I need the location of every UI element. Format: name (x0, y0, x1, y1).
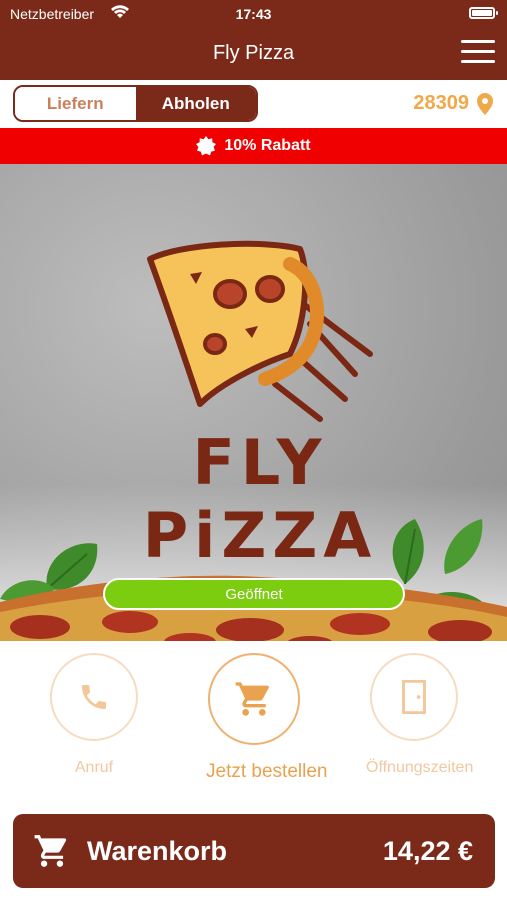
shopping-cart-icon (34, 835, 67, 867)
open-status-badge[interactable]: Geöffnet (103, 578, 405, 610)
order-mode-toggle: Liefern Abholen (13, 85, 258, 122)
phone-icon (82, 685, 106, 709)
discount-badge-icon (196, 136, 217, 156)
order-now-button[interactable] (208, 653, 300, 745)
cart-total: 14,22 € (382, 836, 473, 866)
promo-text: 10% Rabatt (224, 137, 311, 154)
zip-code: 28309 (413, 92, 469, 114)
top-navbar: Fly Pizza (0, 28, 507, 80)
hamburger-menu-icon[interactable] (461, 40, 495, 66)
status-bar: Netzbetreiber 17:43 (0, 0, 507, 28)
shopping-cart-icon (235, 682, 269, 716)
basil-leaf-icon (444, 519, 483, 574)
call-label: Anruf (74, 759, 114, 776)
pizza-slice-logo-icon (147, 240, 373, 422)
opening-hours-action[interactable]: Öffnungszeiten (366, 653, 474, 777)
order-now-action[interactable]: Jetzt bestellen (206, 653, 328, 783)
promo-banner[interactable]: 10% Rabatt (0, 128, 507, 164)
cart-button[interactable]: Warenkorb 14,22 € (13, 814, 495, 888)
battery-icon (469, 7, 498, 19)
opening-hours-button[interactable] (370, 653, 458, 741)
location-selector[interactable]: 28309 (413, 92, 493, 115)
opening-hours-label: Öffnungszeiten (366, 759, 474, 776)
order-mode-bar: Liefern Abholen 28309 (0, 80, 507, 128)
door-icon (402, 680, 426, 714)
hero-banner: FLY PiZZA (0, 164, 507, 641)
call-button[interactable] (50, 653, 138, 741)
page-title: Fly Pizza (212, 42, 295, 64)
mode-deliver-tab[interactable]: Liefern (15, 87, 136, 120)
cart-label: Warenkorb (87, 836, 228, 866)
clock: 17:43 (235, 6, 272, 22)
quick-actions: Anruf Jetzt bestellen Öffnungszeiten (0, 641, 507, 811)
call-action[interactable]: Anruf (46, 653, 142, 777)
map-pin-icon (477, 92, 493, 115)
mode-pickup-tab[interactable]: Abholen (135, 87, 256, 120)
logo-wordmark: FLY PiZZA (142, 426, 378, 572)
order-now-label: Jetzt bestellen (206, 761, 328, 782)
